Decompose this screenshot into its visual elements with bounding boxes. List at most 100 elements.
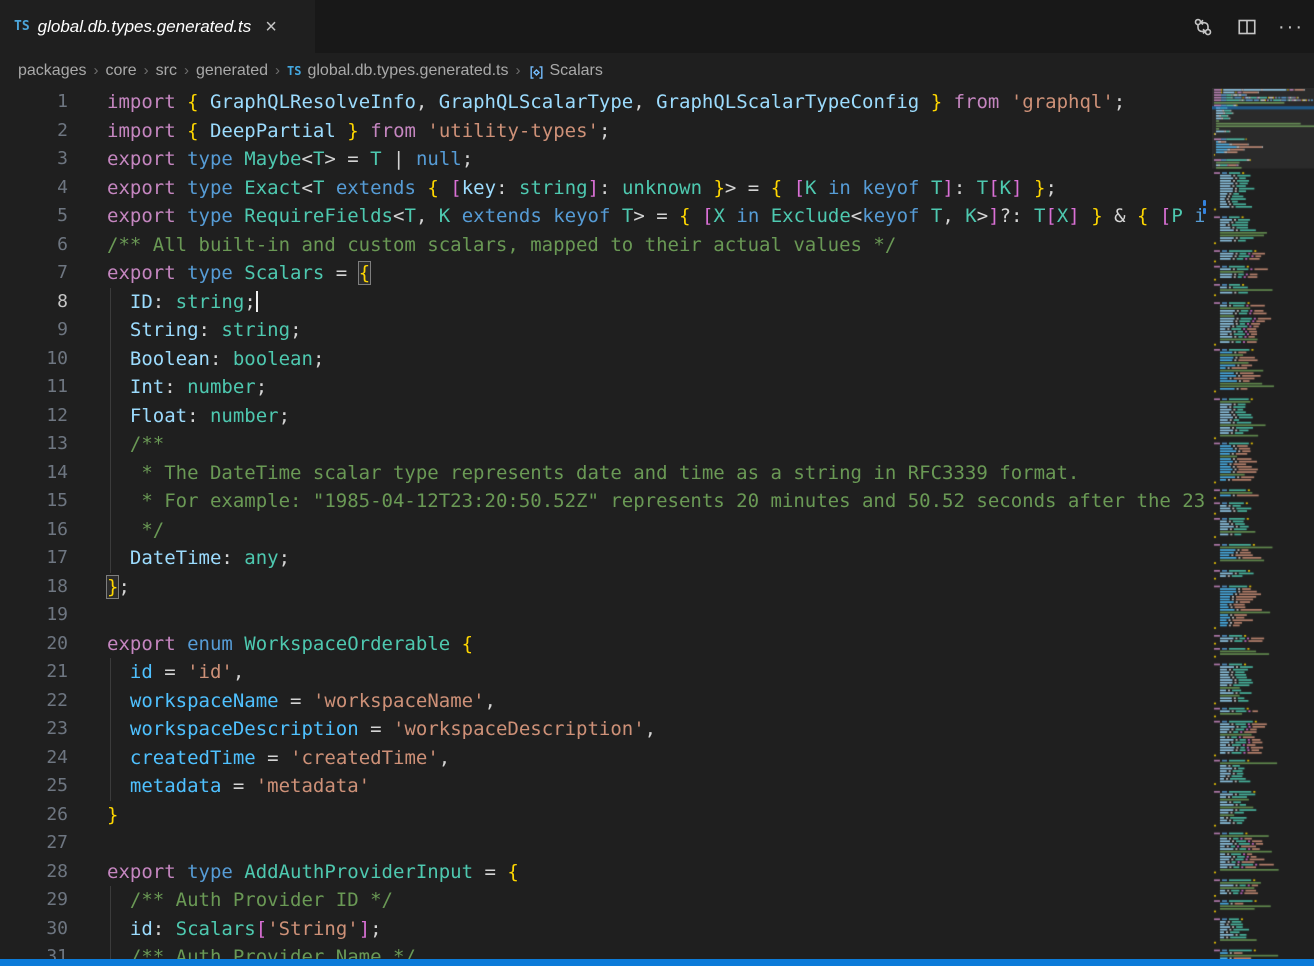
line-number[interactable]: 6 xyxy=(0,231,68,260)
code-token: } xyxy=(107,804,118,826)
code-line[interactable]: 3export type Maybe<T> = T | null; xyxy=(0,145,1204,174)
code-line[interactable]: 26} xyxy=(0,801,1204,830)
code-line[interactable]: 9 String: string; xyxy=(0,316,1204,345)
code-token: Boolean xyxy=(130,348,210,370)
line-number[interactable]: 3 xyxy=(0,145,68,174)
open-changes-icon[interactable] xyxy=(1188,12,1218,42)
line-number[interactable]: 15 xyxy=(0,487,68,516)
line-number[interactable]: 26 xyxy=(0,801,68,830)
code-line[interactable]: 16 */ xyxy=(0,516,1204,545)
breadcrumb-core[interactable]: core xyxy=(106,62,137,80)
code-line[interactable]: 20export enum WorkspaceOrderable { xyxy=(0,630,1204,659)
code-line[interactable]: 12 Float: number; xyxy=(0,402,1204,431)
code-token: boolean xyxy=(233,348,313,370)
status-bar[interactable] xyxy=(0,959,1314,966)
line-number[interactable]: 2 xyxy=(0,117,68,146)
code-line[interactable]: 25 metadata = 'metadata' xyxy=(0,772,1204,801)
code-token xyxy=(107,775,130,797)
code-token: * The DateTime scalar type represents da… xyxy=(130,462,1079,484)
line-number[interactable]: 17 xyxy=(0,544,68,573)
code-token: T xyxy=(313,177,324,199)
code-line[interactable]: 22 workspaceName = 'workspaceName', xyxy=(0,687,1204,716)
code-line[interactable]: 7export type Scalars = { xyxy=(0,259,1204,288)
breadcrumb-generated[interactable]: generated xyxy=(196,62,268,80)
line-number[interactable]: 21 xyxy=(0,658,68,687)
code-line[interactable]: 15 * For example: "1985-04-12T23:20:50.5… xyxy=(0,487,1204,516)
code-line[interactable]: 14 * The DateTime scalar type represents… xyxy=(0,459,1204,488)
code-line[interactable]: 13 /** xyxy=(0,430,1204,459)
line-number[interactable]: 13 xyxy=(0,430,68,459)
line-number[interactable]: 31 xyxy=(0,943,68,959)
code-token: = xyxy=(473,861,507,883)
code-token: any xyxy=(244,547,278,569)
line-number[interactable]: 11 xyxy=(0,373,68,402)
code-line[interactable]: 2import { DeepPartial } from 'utility-ty… xyxy=(0,117,1204,146)
line-number[interactable]: 24 xyxy=(0,744,68,773)
line-number[interactable]: 27 xyxy=(0,829,68,858)
line-number[interactable]: 19 xyxy=(0,601,68,630)
line-number[interactable]: 8 xyxy=(0,288,68,317)
code-token xyxy=(107,348,130,370)
vscode-window: TS global.db.types.generated.ts × xyxy=(0,0,1314,966)
code-token: string xyxy=(519,177,588,199)
code-token: export xyxy=(107,861,187,883)
close-tab-icon[interactable]: × xyxy=(265,17,277,37)
code-line[interactable]: 17 DateTime: any; xyxy=(0,544,1204,573)
line-number[interactable]: 1 xyxy=(0,88,68,117)
minimap[interactable] xyxy=(1212,88,1314,959)
code-line[interactable]: 23 workspaceDescription = 'workspaceDesc… xyxy=(0,715,1204,744)
code-line[interactable]: 21 id = 'id', xyxy=(0,658,1204,687)
code-line[interactable]: 27 xyxy=(0,829,1204,858)
line-number[interactable]: 25 xyxy=(0,772,68,801)
code-line[interactable]: 6/** All built-in and custom scalars, ma… xyxy=(0,231,1204,260)
code-token: id xyxy=(130,918,153,940)
code-line[interactable]: 11 Int: number; xyxy=(0,373,1204,402)
line-number[interactable]: 18 xyxy=(0,573,68,602)
line-number[interactable]: 9 xyxy=(0,316,68,345)
code-token xyxy=(1023,177,1034,199)
code-line[interactable]: 29 /** Auth Provider ID */ xyxy=(0,886,1204,915)
code-line[interactable]: 30 id: Scalars['String']; xyxy=(0,915,1204,944)
split-editor-icon[interactable] xyxy=(1232,12,1262,42)
code-token: [ xyxy=(450,177,461,199)
line-number[interactable]: 23 xyxy=(0,715,68,744)
code-line[interactable]: 19 xyxy=(0,601,1204,630)
breadcrumb-filename[interactable]: global.db.types.generated.ts xyxy=(307,62,508,80)
line-number[interactable]: 7 xyxy=(0,259,68,288)
code-token: ; xyxy=(1045,177,1056,199)
code-token xyxy=(1080,205,1091,227)
code-token: = xyxy=(153,661,187,683)
code-token: Exact xyxy=(244,177,301,199)
line-number[interactable]: 30 xyxy=(0,915,68,944)
breadcrumb-symbol-scalars[interactable]: Scalars xyxy=(550,62,603,80)
line-number[interactable]: 16 xyxy=(0,516,68,545)
code-line[interactable]: 28export type AddAuthProviderInput = { xyxy=(0,858,1204,887)
code-line[interactable]: 1import { GraphQLResolveInfo, GraphQLSca… xyxy=(0,88,1204,117)
code-token: ; xyxy=(279,547,290,569)
code-line[interactable]: 18}; xyxy=(0,573,1204,602)
more-actions-icon[interactable]: ··· xyxy=(1276,12,1306,42)
line-number[interactable]: 12 xyxy=(0,402,68,431)
code-line[interactable]: 31 /** Auth Provider Name */ xyxy=(0,943,1204,959)
code-token: 'id' xyxy=(187,661,233,683)
line-number[interactable]: 5 xyxy=(0,202,68,231)
line-number[interactable]: 28 xyxy=(0,858,68,887)
code-line[interactable]: 10 Boolean: boolean; xyxy=(0,345,1204,374)
breadcrumb-src[interactable]: src xyxy=(156,62,177,80)
code-line[interactable]: 8 ID: string; xyxy=(0,288,1204,317)
code-editor[interactable]: 1import { GraphQLResolveInfo, GraphQLSca… xyxy=(0,88,1204,959)
code-token: : xyxy=(954,177,977,199)
line-number[interactable]: 14 xyxy=(0,459,68,488)
line-number[interactable]: 4 xyxy=(0,174,68,203)
line-number[interactable]: 10 xyxy=(0,345,68,374)
code-line[interactable]: 24 createdTime = 'createdTime', xyxy=(0,744,1204,773)
code-token: < xyxy=(301,148,312,170)
line-number[interactable]: 20 xyxy=(0,630,68,659)
code-token: : xyxy=(199,319,222,341)
code-line[interactable]: 4export type Exact<T extends { [key: str… xyxy=(0,174,1204,203)
line-number[interactable]: 22 xyxy=(0,687,68,716)
line-number[interactable]: 29 xyxy=(0,886,68,915)
code-line[interactable]: 5export type RequireFields<T, K extends … xyxy=(0,202,1204,231)
tab-global-db-types-generated-ts[interactable]: TS global.db.types.generated.ts × xyxy=(0,0,315,53)
breadcrumb-packages[interactable]: packages xyxy=(18,62,87,80)
